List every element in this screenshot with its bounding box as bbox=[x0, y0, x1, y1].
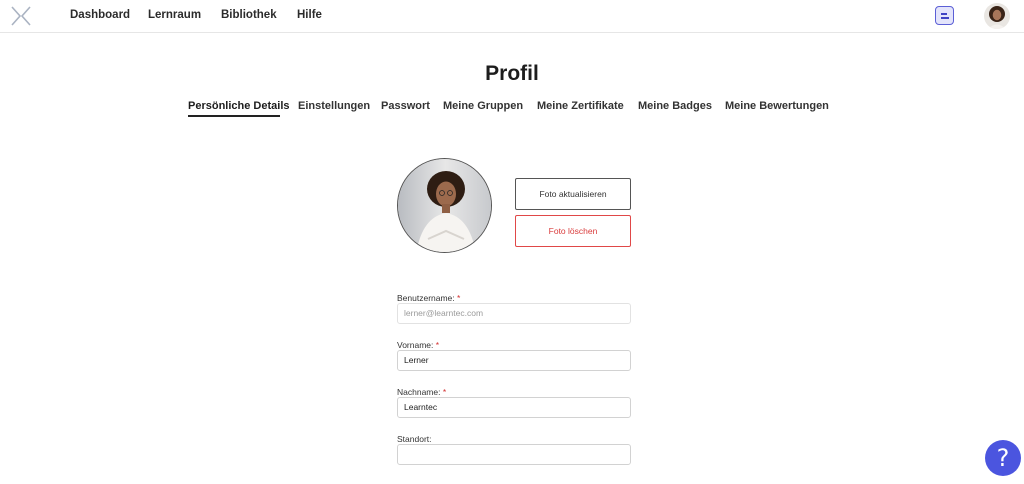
active-tab-indicator bbox=[188, 115, 280, 117]
update-photo-button[interactable]: Foto aktualisieren bbox=[515, 178, 631, 210]
help-icon[interactable]: ? bbox=[985, 440, 1021, 476]
firstname-field[interactable]: Lerner bbox=[397, 350, 631, 371]
firstname-label: Vorname: * bbox=[397, 340, 440, 350]
required-mark: * bbox=[442, 387, 447, 397]
tab-meine-gruppen[interactable]: Meine Gruppen bbox=[443, 100, 523, 112]
tab-einstellungen[interactable]: Einstellungen bbox=[298, 100, 370, 112]
logo-icon[interactable] bbox=[9, 5, 33, 27]
top-navbar: Dashboard Lernraum Bibliothek Hilfe bbox=[0, 0, 1024, 33]
required-mark: * bbox=[457, 293, 461, 303]
lastname-label: Nachname: * bbox=[397, 387, 447, 397]
delete-photo-button[interactable]: Foto löschen bbox=[515, 215, 631, 247]
tab-meine-badges[interactable]: Meine Badges bbox=[638, 100, 712, 112]
location-field[interactable] bbox=[397, 444, 631, 465]
nav-dashboard[interactable]: Dashboard bbox=[70, 9, 130, 21]
profile-photo bbox=[397, 158, 492, 253]
tab-persoenliche-details[interactable]: Persönliche Details bbox=[188, 100, 290, 112]
username-field[interactable]: lerner@learntec.com bbox=[397, 303, 631, 324]
page-title: Profil bbox=[485, 62, 539, 85]
nav-lernraum[interactable]: Lernraum bbox=[148, 9, 201, 21]
tab-meine-bewertungen[interactable]: Meine Bewertungen bbox=[725, 100, 829, 112]
nav-bibliothek[interactable]: Bibliothek bbox=[221, 9, 277, 21]
lastname-field[interactable]: Learntec bbox=[397, 397, 631, 418]
required-mark: * bbox=[435, 340, 440, 350]
location-label: Standort: bbox=[397, 434, 432, 444]
tab-passwort[interactable]: Passwort bbox=[381, 100, 430, 112]
tab-meine-zertifikate[interactable]: Meine Zertifikate bbox=[537, 100, 624, 112]
nav-hilfe[interactable]: Hilfe bbox=[297, 9, 322, 21]
username-label: Benutzername: * bbox=[397, 293, 461, 303]
menu-icon[interactable] bbox=[935, 6, 954, 25]
user-avatar[interactable] bbox=[984, 3, 1010, 29]
